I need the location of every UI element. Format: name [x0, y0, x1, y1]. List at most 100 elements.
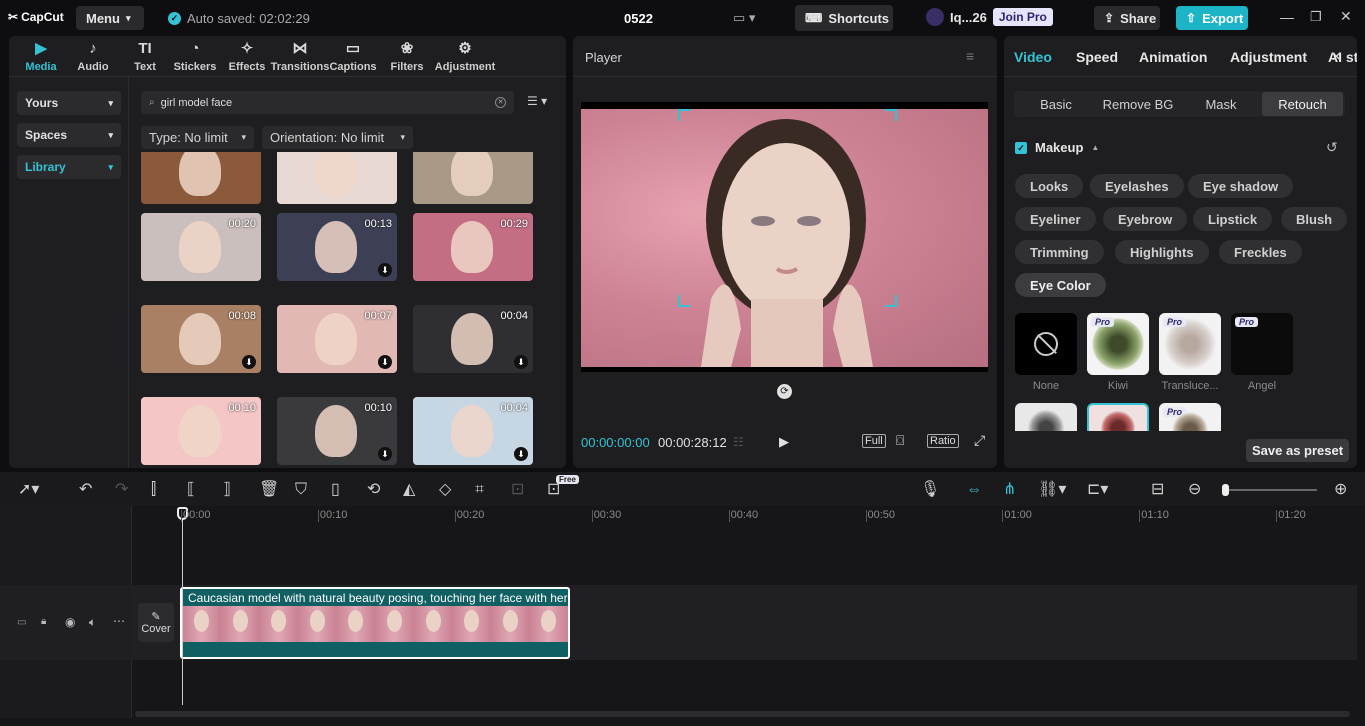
caption-icon[interactable]: ⊡ — [511, 482, 524, 498]
makeup-option-eyeliner[interactable]: Eyeliner — [1015, 207, 1096, 231]
split-icon[interactable]: ⫿ — [151, 482, 156, 498]
swatch-none[interactable] — [1015, 313, 1077, 375]
tab-adjustment[interactable]: Adjustment — [1230, 49, 1307, 65]
delete-icon[interactable]: 🗑 — [259, 482, 279, 498]
subtab-remove-bg[interactable]: Remove BG — [1097, 92, 1179, 116]
tool-text[interactable]: TI Text — [119, 40, 171, 73]
screenshot-icon[interactable]: ⌼ — [896, 432, 904, 449]
mirror-icon[interactable]: ◭ — [403, 482, 415, 498]
tool-adjustment[interactable]: ⚙ Adjustment — [433, 40, 497, 73]
fullscreen-icon[interactable]: ⤢ — [974, 432, 985, 449]
zoom-slider[interactable] — [1225, 489, 1317, 491]
swatch-transluce[interactable]: Pro — [1159, 313, 1221, 375]
video-canvas[interactable] — [581, 102, 988, 372]
ratio-button[interactable]: Ratio — [927, 434, 959, 448]
swatch-kiwi[interactable]: Pro — [1087, 313, 1149, 375]
reset-icon[interactable]: ↺ — [1326, 139, 1338, 156]
download-icon[interactable]: ⬇ — [242, 355, 256, 369]
link-icon[interactable]: ⛓▾ — [1038, 482, 1066, 498]
makeup-option-eyelashes[interactable]: Eyelashes — [1090, 174, 1184, 198]
subtab-mask[interactable]: Mask — [1183, 92, 1259, 116]
horizontal-scrollbar[interactable] — [135, 711, 1350, 717]
magnet-icon[interactable]: ⋔ — [1003, 482, 1016, 498]
download-icon[interactable]: ⬇ — [378, 447, 392, 461]
subtab-retouch[interactable]: Retouch — [1262, 92, 1343, 116]
select-tool-icon[interactable]: ➚▾ — [18, 482, 39, 498]
tab-animation[interactable]: Animation — [1139, 49, 1207, 65]
media-thumbnail[interactable] — [141, 152, 261, 204]
tool-media[interactable]: ▶ Media — [15, 40, 67, 73]
preview-axis-icon[interactable]: ⊏▾ — [1087, 482, 1108, 498]
split-right-icon[interactable]: ⟧ — [223, 482, 231, 498]
export-button[interactable]: ⇧ Export — [1176, 6, 1248, 30]
download-icon[interactable]: ⬇ — [378, 263, 392, 277]
rotate-clip-icon[interactable]: ◇ — [439, 482, 451, 498]
more-icon[interactable]: ⋯ — [113, 614, 125, 628]
search-input[interactable]: girl model face — [161, 97, 489, 109]
full-button[interactable]: Full — [862, 434, 886, 448]
rotate-icon[interactable]: ⟳ — [777, 384, 792, 399]
join-pro-button[interactable]: Join Pro — [992, 8, 1053, 26]
swatch-row2[interactable] — [1087, 403, 1149, 431]
sidebar-yours[interactable]: Yours ▾ — [17, 91, 121, 115]
subtitle-icon[interactable]: ⊟ — [1151, 482, 1164, 498]
reverse-icon[interactable]: ⟲ — [367, 482, 380, 498]
tab-video[interactable]: Video — [1014, 49, 1052, 65]
link-clips-icon[interactable]: ⇔ — [966, 482, 982, 498]
tool-captions[interactable]: ▭ Captions — [327, 40, 379, 73]
checkbox-icon[interactable]: ✓ — [1015, 141, 1027, 154]
makeup-option-highlights[interactable]: Highlights — [1115, 240, 1209, 264]
marker-icon[interactable]: ⛉ — [295, 482, 307, 498]
close-tab-icon[interactable]: ✕ — [1331, 49, 1342, 65]
swatch-angel[interactable]: Pro — [1231, 313, 1293, 375]
share-button[interactable]: ⇪ Share — [1094, 6, 1160, 30]
download-icon[interactable]: ⬇ — [378, 355, 392, 369]
crop-corner[interactable] — [678, 109, 690, 121]
media-thumbnail[interactable] — [413, 152, 533, 204]
layout-icon[interactable]: ▭ ▾ — [733, 10, 755, 26]
play-icon[interactable]: ▶ — [779, 434, 789, 450]
type-filter[interactable]: Type: No limit ▾ — [141, 126, 254, 149]
tab-speed[interactable]: Speed — [1076, 49, 1118, 65]
makeup-option-eyebrow[interactable]: Eyebrow — [1103, 207, 1188, 231]
clear-icon[interactable]: ✕ — [495, 97, 506, 108]
media-thumbnail[interactable] — [277, 152, 397, 204]
save-as-preset-button[interactable]: Save as preset — [1246, 439, 1350, 462]
swatch-row2[interactable]: Pro — [1159, 403, 1221, 431]
media-thumbnail[interactable]: 00:10 ⬇ — [277, 397, 397, 465]
microphone-icon[interactable]: 🎙 — [920, 482, 940, 498]
tool-stickers[interactable]: ◔ Stickers — [169, 40, 221, 73]
media-thumbnail[interactable]: 00:04 ⬇ — [413, 305, 533, 373]
makeup-option-trimming[interactable]: Trimming — [1015, 240, 1104, 264]
tool-filters[interactable]: ❀ Filters — [381, 40, 433, 73]
crop-corner[interactable] — [885, 295, 897, 307]
makeup-option-eye-color[interactable]: Eye Color — [1015, 273, 1106, 297]
media-thumbnail[interactable]: 00:07 ⬇ — [277, 305, 397, 373]
makeup-option-lipstick[interactable]: Lipstick — [1193, 207, 1273, 231]
makeup-option-looks[interactable]: Looks — [1015, 174, 1084, 198]
zoom-in-icon[interactable]: ⊕ — [1334, 482, 1347, 498]
makeup-option-blush[interactable]: Blush — [1281, 207, 1348, 231]
subtab-basic[interactable]: Basic — [1016, 92, 1096, 116]
download-icon[interactable]: ⬇ — [514, 447, 528, 461]
auto-reframe-icon[interactable]: ⊡ — [547, 482, 560, 498]
media-thumbnail[interactable]: 00:04 ⬇ — [413, 397, 533, 465]
video-clip[interactable]: Caucasian model with natural beauty posi… — [180, 587, 570, 659]
media-thumbnail[interactable]: 00:13 ⬇ — [277, 213, 397, 281]
sidebar-library[interactable]: Library ▾ — [17, 155, 121, 179]
makeup-option-eye-shadow[interactable]: Eye shadow — [1188, 174, 1294, 198]
search-box[interactable]: ⌕ girl model face ✕ — [141, 91, 514, 114]
close-icon[interactable]: ✕ — [1340, 8, 1352, 25]
crop-corner[interactable] — [678, 295, 690, 307]
filter-sort-icon[interactable]: ☰ ▾ — [527, 94, 547, 108]
media-thumbnail[interactable]: 00:08 ⬇ — [141, 305, 261, 373]
media-thumbnail[interactable]: 00:20 — [141, 213, 261, 281]
tool-transitions[interactable]: ⋈ Transitions — [271, 40, 330, 73]
freeze-icon[interactable]: ▯ — [331, 482, 340, 498]
crop-icon[interactable]: ⌗ — [475, 482, 484, 498]
minimize-icon[interactable]: — — [1280, 9, 1294, 25]
crop-corner[interactable] — [885, 109, 897, 121]
undo-icon[interactable]: ↶ — [79, 482, 92, 498]
media-thumbnail[interactable]: 00:10 — [141, 397, 261, 465]
tool-effects[interactable]: ✧ Effects — [221, 40, 273, 73]
